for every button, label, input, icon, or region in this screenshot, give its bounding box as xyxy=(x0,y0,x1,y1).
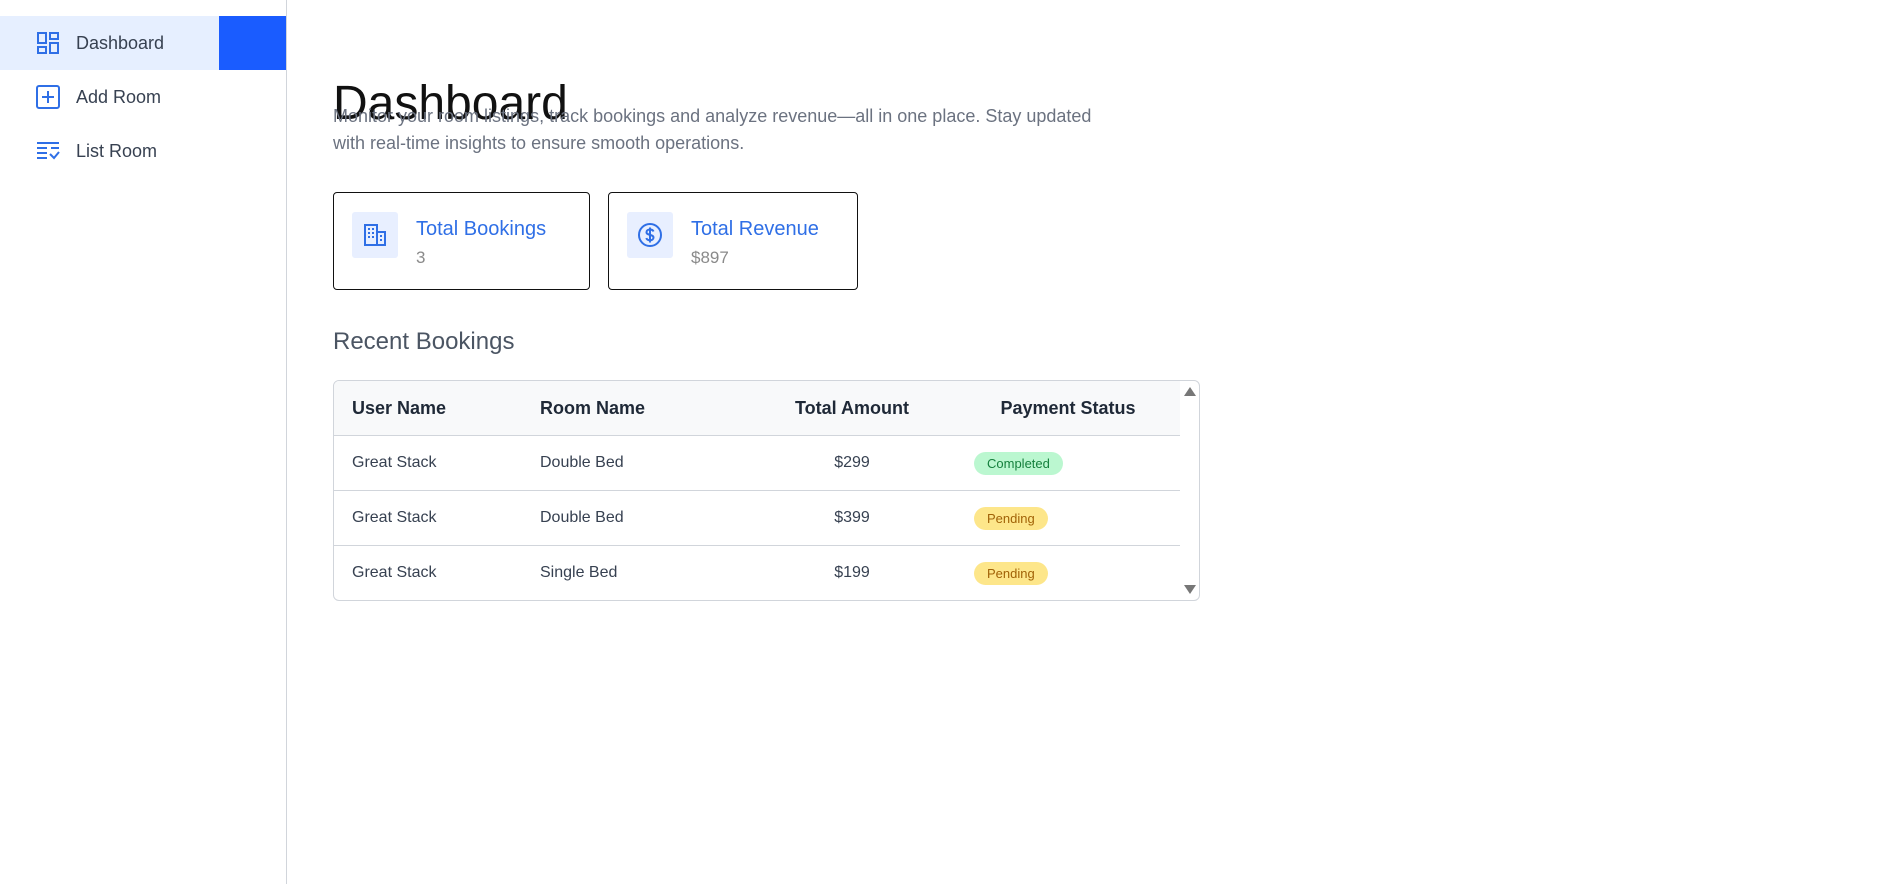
sidebar-item-label: Dashboard xyxy=(76,32,165,53)
user-name-cell: Great Stack xyxy=(334,435,522,491)
sidebar-item-list-room[interactable]: List Room xyxy=(0,124,286,178)
building-icon xyxy=(352,212,398,258)
recent-bookings-table[interactable]: User Name Room Name Total Amount Payment… xyxy=(333,380,1200,601)
list-check-icon xyxy=(36,139,60,163)
room-name-cell: Double Bed xyxy=(522,435,748,491)
column-header: User Name xyxy=(334,381,522,436)
amount-cell: $299 xyxy=(748,435,956,491)
amount-cell: $399 xyxy=(748,490,956,546)
sidebar: Dashboard Add Room List Room xyxy=(0,0,287,884)
sidebar-item-label: Add Room xyxy=(76,86,162,107)
status-cell: Pending xyxy=(956,490,1180,546)
page-description: Monitor your room listings, track bookin… xyxy=(333,106,1092,153)
status-badge: Pending xyxy=(974,561,1048,585)
column-header: Total Amount xyxy=(748,381,956,436)
status-cell: Pending xyxy=(956,546,1180,601)
user-name-cell: Great Stack xyxy=(352,564,437,581)
card-value: 3 xyxy=(416,248,426,267)
sidebar-item-add-room[interactable]: Add Room xyxy=(0,70,286,124)
add-box-icon xyxy=(36,85,60,109)
table-row: Great Stack Double Bed $399 Pending xyxy=(334,490,1180,546)
sidebar-item-label: List Room xyxy=(76,140,158,161)
card-value: $897 xyxy=(691,248,729,267)
table-row: Great Stack Single Bed $199 Pending xyxy=(334,546,1180,601)
column-header: Room Name xyxy=(522,381,748,436)
recent-bookings-title: Recent Bookings xyxy=(333,328,515,355)
status-cell: Completed xyxy=(956,435,1180,491)
sidebar-item-dashboard[interactable]: Dashboard xyxy=(0,16,286,70)
total-bookings-card: Total Bookings 3 xyxy=(333,192,590,290)
scroll-down-arrow-icon[interactable] xyxy=(1184,585,1196,594)
dashboard-icon xyxy=(36,31,60,55)
amount-cell: $199 xyxy=(834,564,870,581)
table-row: Great Stack Double Bed $299 Completed xyxy=(334,435,1180,491)
table-header-row: User Name Room Name Total Amount Payment… xyxy=(334,381,1180,436)
status-badge: Completed xyxy=(974,451,1063,475)
dollar-circle-icon xyxy=(627,212,673,258)
status-badge: Pending xyxy=(974,506,1048,530)
card-title: Total Revenue xyxy=(691,218,819,240)
room-name-cell: Single Bed xyxy=(540,564,618,581)
scroll-up-arrow-icon[interactable] xyxy=(1184,387,1196,396)
user-name-cell: Great Stack xyxy=(334,490,522,546)
card-title: Total Bookings xyxy=(416,218,547,240)
room-name-cell: Double Bed xyxy=(522,490,748,546)
column-header: Payment Status xyxy=(956,381,1180,436)
total-revenue-card: Total Revenue $897 xyxy=(608,192,858,290)
